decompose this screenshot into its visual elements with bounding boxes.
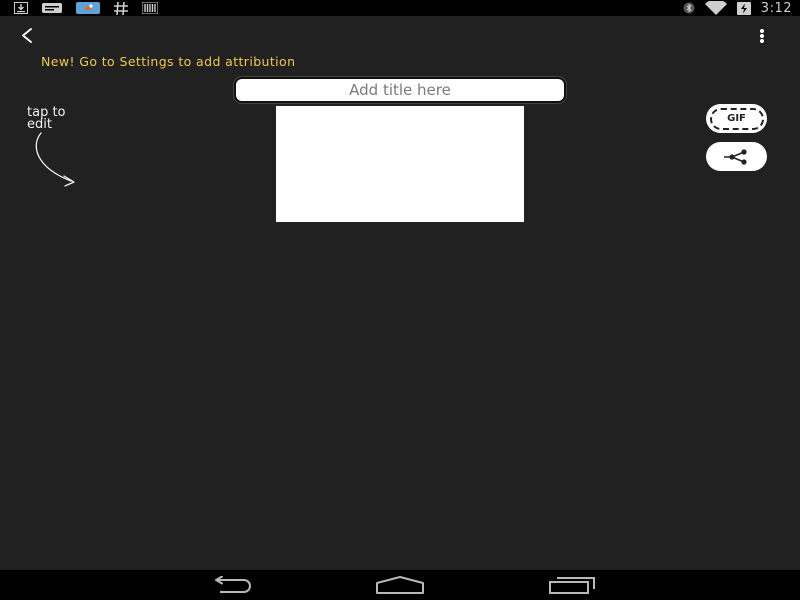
hint-text: tap to edit	[27, 105, 66, 132]
chevron-left-icon	[22, 28, 32, 43]
gif-badge: GIF	[709, 107, 764, 130]
bluetooth-icon	[683, 1, 695, 15]
back-button[interactable]	[16, 24, 40, 48]
barcode-icon	[142, 1, 158, 15]
status-bar-notifications	[14, 1, 158, 15]
more-vertical-icon	[760, 29, 764, 43]
wifi-icon	[704, 1, 727, 15]
hashtag-icon	[114, 1, 128, 15]
tap-to-edit-hint: tap to edit	[27, 105, 97, 191]
title-input[interactable]	[236, 79, 564, 101]
share-icon	[723, 148, 747, 165]
gif-button[interactable]: GIF	[706, 104, 767, 133]
nav-home-button[interactable]	[376, 574, 424, 596]
status-bar-system: 3:12	[683, 0, 792, 16]
nav-back-button[interactable]	[206, 574, 252, 596]
status-time: 3:12	[760, 0, 792, 16]
drawing-canvas[interactable]	[276, 106, 524, 222]
share-button[interactable]	[706, 142, 767, 171]
home-icon	[376, 576, 424, 594]
status-bar: 3:12	[0, 0, 800, 16]
gif-label: GIF	[727, 113, 746, 124]
nav-recents-button[interactable]	[548, 574, 596, 596]
curved-arrow-icon	[35, 132, 75, 187]
battery-charging-icon	[736, 1, 751, 15]
title-field-container	[234, 77, 566, 103]
recents-icon	[549, 577, 595, 594]
navigation-bar	[0, 570, 800, 600]
back-icon	[215, 576, 251, 593]
settings-attribution-notice[interactable]: New! Go to Settings to add attribution	[41, 54, 295, 69]
download-icon	[14, 1, 28, 15]
keyboard-icon	[42, 1, 62, 15]
overflow-menu-button[interactable]	[752, 24, 772, 48]
app-notification-icon	[76, 1, 100, 15]
